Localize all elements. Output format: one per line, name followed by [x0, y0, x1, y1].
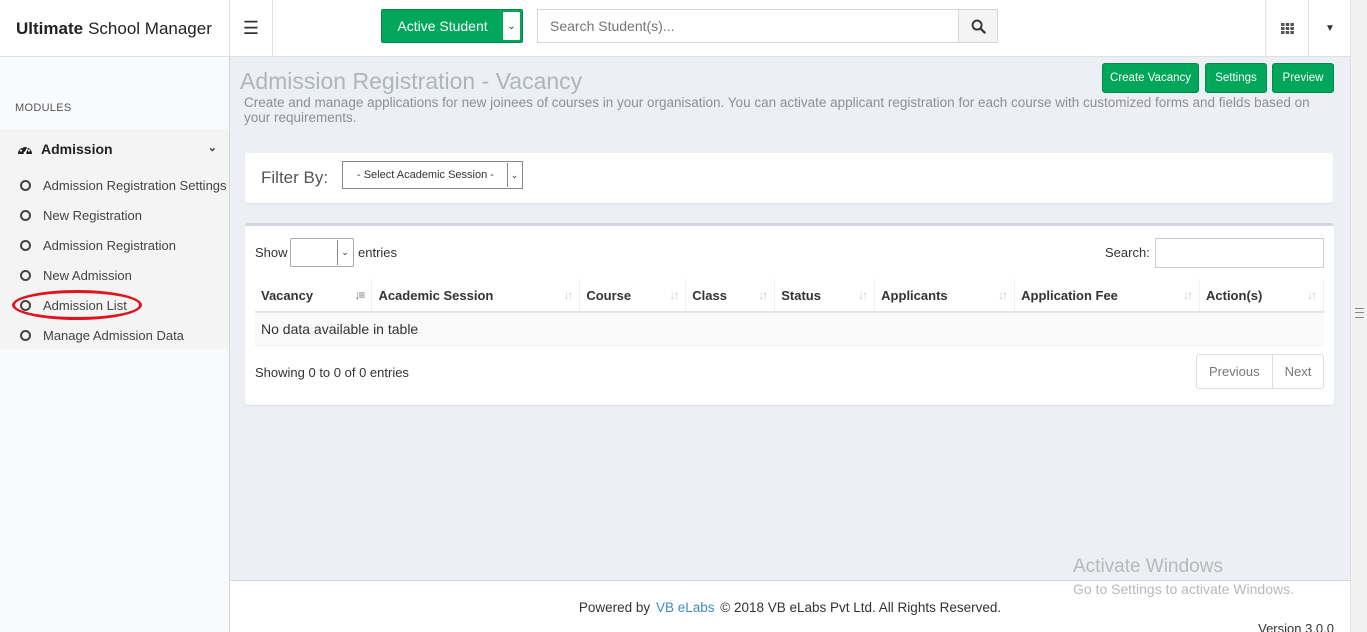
sort-icon: ↓↑: [858, 288, 868, 302]
student-status-dropdown[interactable]: Active Student ⌄: [381, 9, 523, 43]
column-header-academic-session[interactable]: Academic Session ↓↑: [371, 279, 581, 313]
brand-bold: Ultimate: [16, 18, 84, 38]
hamburger-icon: ☰: [242, 18, 260, 38]
grid-icon: [1280, 23, 1294, 34]
chevron-down-icon: ⌄: [507, 163, 521, 187]
circle-icon: [20, 329, 31, 341]
apps-menu-button[interactable]: [1265, 0, 1309, 57]
circle-icon: [20, 209, 31, 221]
sidebar-item-label: Manage Admission Data: [43, 327, 184, 343]
column-header-class[interactable]: Class ↓↑: [685, 279, 776, 313]
table-info: Showing 0 to 0 of 0 entries: [255, 365, 409, 380]
chevron-down-icon[interactable]: ⌄: [503, 12, 520, 40]
sidebar-item-admission-label: Admission: [41, 141, 113, 157]
column-header-status[interactable]: Status ↓↑: [774, 279, 876, 313]
settings-button[interactable]: Settings: [1205, 63, 1267, 93]
sidebar-toggle-button[interactable]: ☰: [230, 0, 273, 57]
watermark-title: Activate Windows: [1073, 556, 1223, 577]
scrollbar-grip-icon: [1355, 308, 1364, 318]
circle-icon: [20, 299, 31, 311]
footer: Powered by VB eLabs © 2018 VB eLabs Pvt …: [230, 580, 1350, 632]
sidebar-item-new-admission[interactable]: New Admission: [20, 265, 132, 285]
next-page-button[interactable]: Next: [1271, 355, 1324, 388]
sidebar-item-label: Admission Registration Settings: [43, 177, 227, 193]
brand-rest: School Manager: [88, 18, 212, 38]
table-search-input[interactable]: [1155, 238, 1324, 268]
table-row: No data available in table: [255, 312, 1324, 346]
preview-button[interactable]: Preview: [1272, 63, 1334, 93]
chevron-down-icon: ⌄: [337, 240, 352, 265]
sidebar-item-admission[interactable]: Admission ⌄: [17, 139, 217, 159]
top-navbar: Ultimate School Manager ☰ Active Student…: [0, 0, 1350, 57]
sort-icon: ↓↑: [563, 288, 573, 302]
circle-icon: [20, 239, 31, 251]
sidebar-item-manage-admission-data[interactable]: Manage Admission Data: [20, 325, 184, 345]
sort-icon: ↓↑: [998, 288, 1008, 302]
column-header-vacancy[interactable]: Vacancy ↓≡: [255, 279, 373, 313]
sort-asc-icon: ↓≡: [354, 288, 365, 302]
version-label: Version 3.0.0: [1258, 621, 1334, 632]
chevron-down-icon: ⌄: [207, 142, 217, 154]
user-menu-button[interactable]: ▼: [1310, 0, 1350, 57]
modules-header: MODULES: [15, 102, 72, 114]
sidebar-item-label: Admission Registration: [43, 237, 176, 253]
sidebar-item-label: New Admission: [43, 267, 132, 283]
page-title: Admission Registration - Vacancy: [240, 68, 583, 94]
sort-icon: ↓↑: [758, 288, 768, 302]
academic-session-value: - Select Academic Session -: [357, 169, 494, 181]
sort-icon: ↓↑: [669, 288, 679, 302]
sidebar-item-new-registration[interactable]: New Registration: [20, 205, 142, 225]
sort-icon: ↓↑: [1183, 288, 1193, 302]
entries-per-page-select[interactable]: ⌄: [290, 238, 354, 267]
page-description: Create and manage applications for new j…: [244, 95, 1310, 125]
sidebar: MODULES Admission ⌄ Admission Registrati…: [0, 57, 230, 632]
column-header-course[interactable]: Course ↓↑: [579, 279, 687, 313]
sort-icon: ↓↑: [1307, 288, 1317, 302]
dashboard-icon: [18, 144, 32, 155]
app-logo[interactable]: Ultimate School Manager: [0, 0, 230, 57]
sidebar-item-admission-list[interactable]: Admission List: [20, 295, 127, 315]
filter-panel: Filter By: - Select Academic Session - ⌄: [245, 153, 1333, 203]
previous-page-button[interactable]: Previous: [1197, 355, 1272, 388]
sidebar-item-label: New Registration: [43, 207, 142, 223]
sidebar-item-label: Admission List: [43, 297, 127, 313]
circle-icon: [20, 269, 31, 281]
empty-table-message: No data available in table: [255, 312, 1324, 346]
company-link[interactable]: VB eLabs: [656, 600, 715, 615]
table-search-label: Search:: [1105, 245, 1150, 260]
powered-by-label: Powered by: [578, 600, 651, 615]
table-header-row: Vacancy ↓≡ Academic Session ↓↑ Course ↓↑ Cl…: [255, 279, 1324, 313]
sidebar-item-admission-registration-settings[interactable]: Admission Registration Settings: [20, 175, 227, 195]
column-header-actions[interactable]: Action(s) ↓↑: [1199, 279, 1324, 313]
search-icon: [971, 19, 986, 34]
academic-session-select[interactable]: - Select Academic Session - ⌄: [342, 161, 523, 189]
create-vacancy-button[interactable]: Create Vacancy: [1102, 63, 1199, 93]
caret-down-icon: ▼: [1325, 23, 1335, 34]
sidebar-item-admission-registration[interactable]: Admission Registration: [20, 235, 176, 255]
circle-icon: [20, 179, 31, 191]
vacancy-table-panel: Show ⌄ entries Search: Vacancy ↓≡ Academi…: [245, 223, 1334, 405]
search-button[interactable]: [958, 9, 998, 43]
footer-copyright: Powered by VB eLabs © 2018 VB eLabs Pvt …: [230, 600, 1350, 615]
pagination: Previous Next: [1196, 354, 1325, 389]
student-search-input[interactable]: [537, 9, 959, 43]
entries-label: entries: [358, 245, 398, 260]
student-status-label: Active Student: [397, 18, 488, 34]
show-label: Show: [255, 245, 288, 260]
vertical-scrollbar[interactable]: [1350, 0, 1367, 632]
column-header-applicants[interactable]: Applicants ↓↑: [874, 279, 1016, 313]
vacancy-table: Vacancy ↓≡ Academic Session ↓↑ Course ↓↑ Cl…: [255, 279, 1324, 346]
copyright-text: © 2018 VB eLabs Pvt Ltd. All Rights Rese…: [720, 600, 1002, 615]
column-header-application-fee[interactable]: Application Fee ↓↑: [1014, 279, 1200, 313]
filter-label: Filter By:: [261, 168, 329, 187]
